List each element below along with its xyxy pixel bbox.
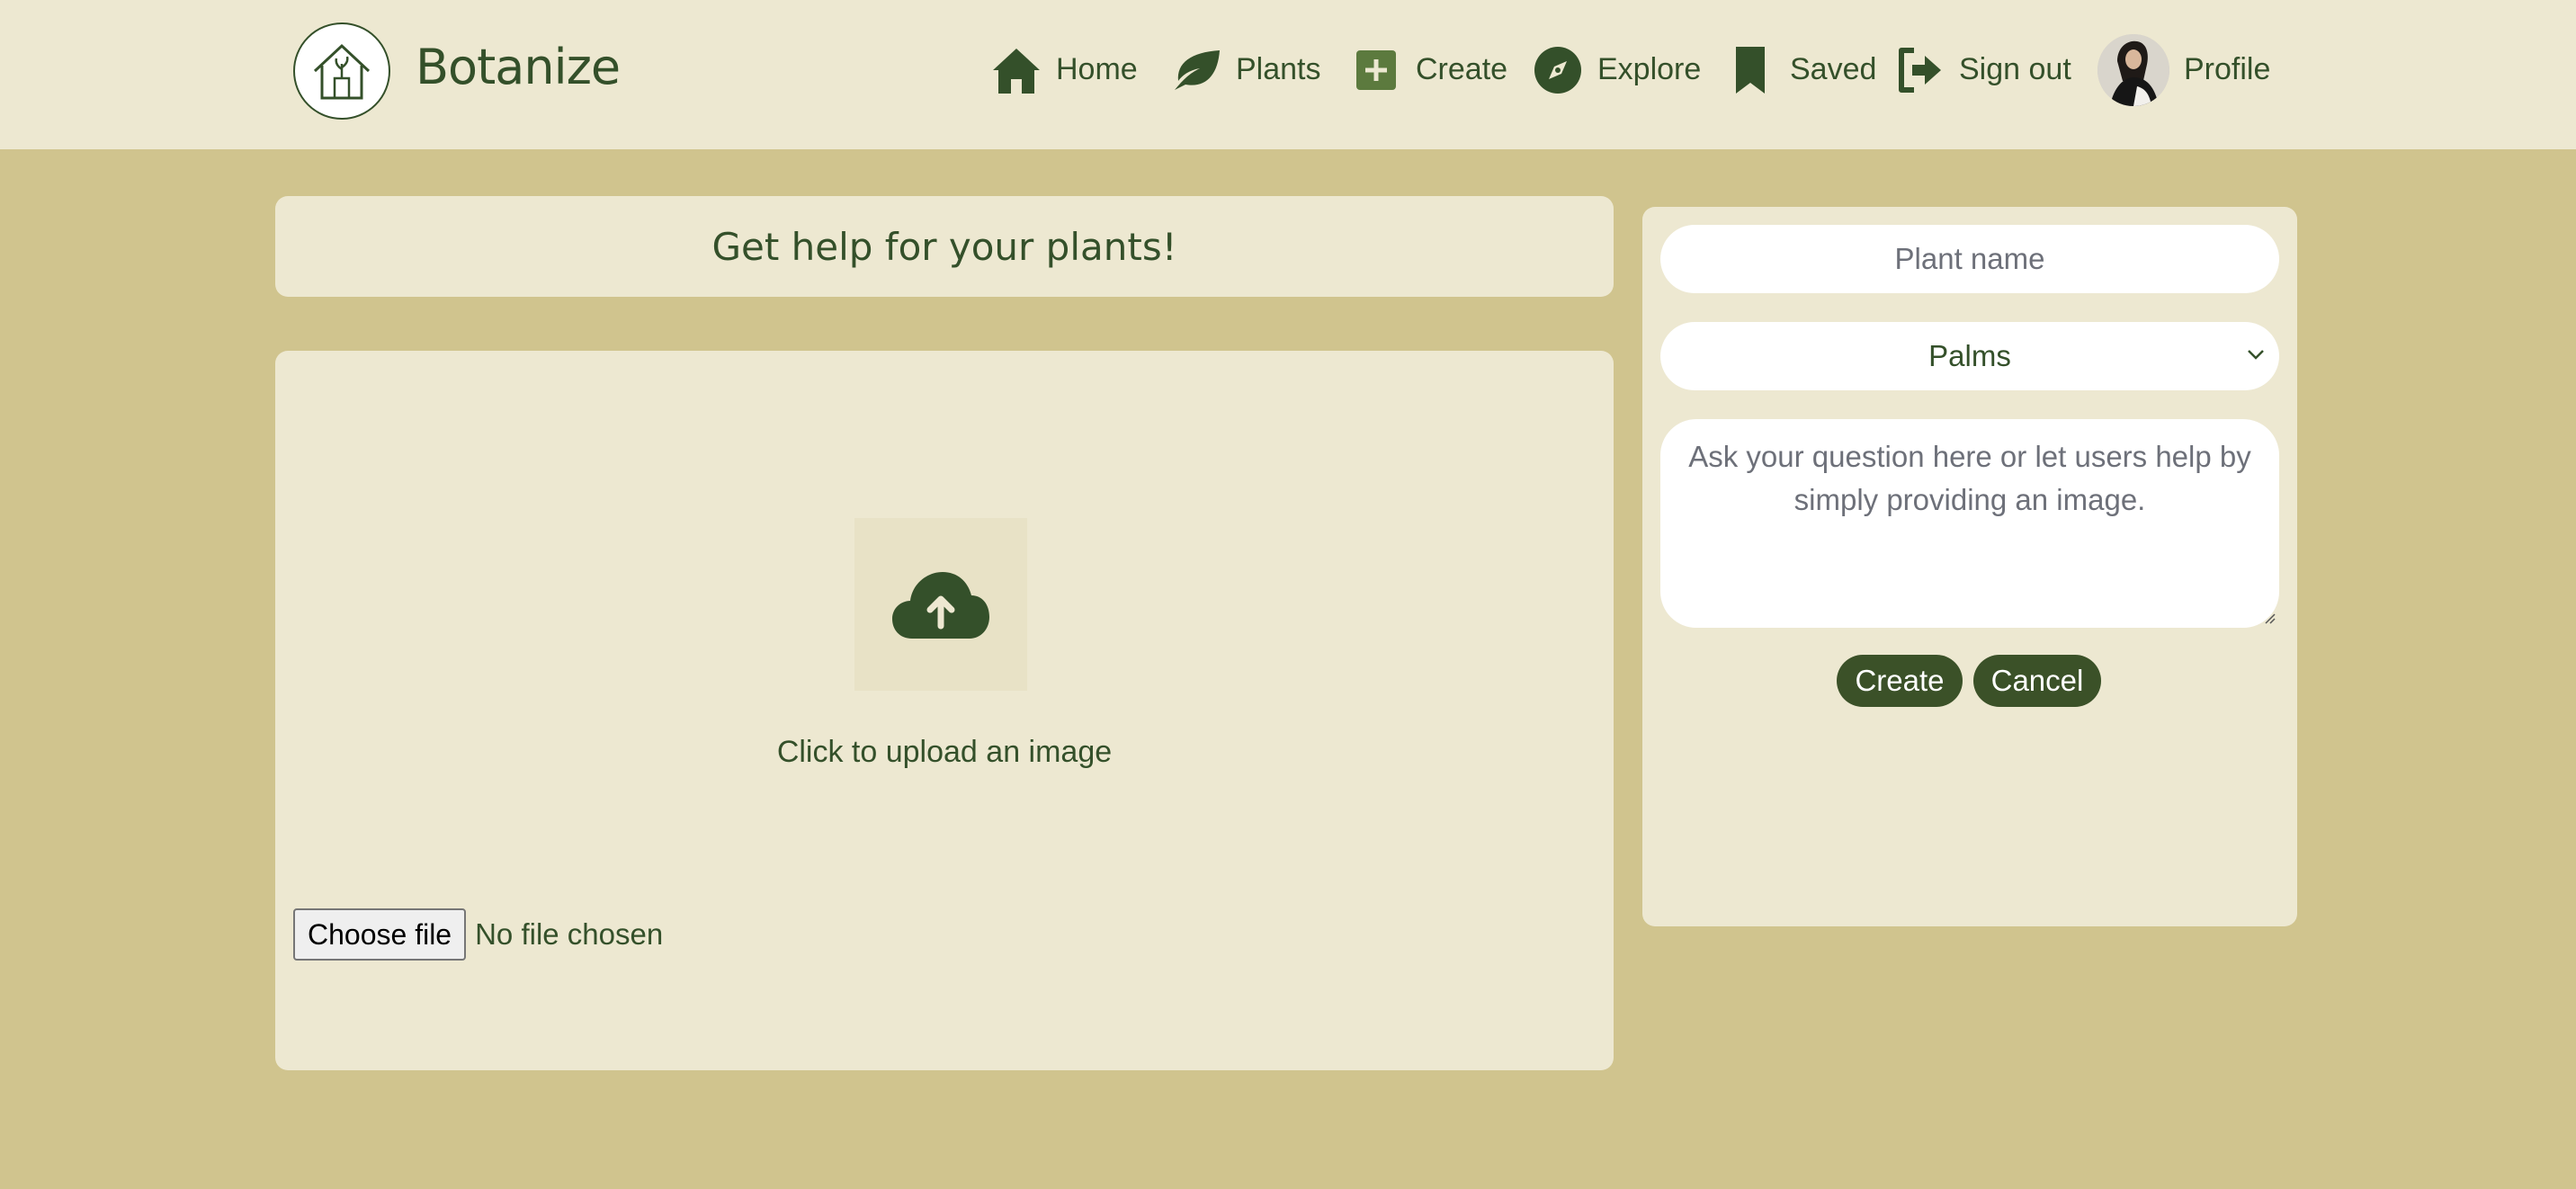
nav-plants[interactable]: Plants bbox=[1169, 36, 1321, 103]
nav-create-label: Create bbox=[1416, 52, 1508, 86]
create-button[interactable]: Create bbox=[1837, 655, 1963, 707]
cloud-upload-icon bbox=[892, 572, 989, 639]
question-placeholder: Ask your question here or let users help… bbox=[1688, 440, 2251, 516]
image-upload-panel: Click to upload an image Choose file No … bbox=[275, 351, 1614, 1070]
nav-home-label: Home bbox=[1056, 52, 1138, 86]
nav-saved-label: Saved bbox=[1790, 52, 1877, 86]
leaf-icon bbox=[1169, 43, 1223, 97]
file-status-text: No file chosen bbox=[475, 917, 664, 951]
chevron-down-icon bbox=[2248, 350, 2264, 360]
plant-category-select[interactable]: Palms bbox=[1660, 322, 2279, 390]
nav-plants-label: Plants bbox=[1236, 52, 1321, 86]
create-post-form: Plant name Palms Ask your question here … bbox=[1642, 207, 2297, 926]
cancel-button[interactable]: Cancel bbox=[1973, 655, 2101, 707]
nav-home[interactable]: Home bbox=[989, 36, 1138, 103]
plus-square-icon bbox=[1349, 43, 1403, 97]
page-title: Get help for your plants! bbox=[711, 224, 1177, 269]
file-input: Choose file No file chosen bbox=[293, 908, 663, 961]
upload-label: Click to upload an image bbox=[776, 735, 1113, 769]
question-textarea[interactable]: Ask your question here or let users help… bbox=[1660, 419, 2279, 628]
resize-handle-icon[interactable] bbox=[2261, 610, 2276, 624]
compass-icon bbox=[1531, 43, 1585, 97]
nav-profile-label: Profile bbox=[2184, 52, 2271, 86]
nav-sign-out[interactable]: Sign out bbox=[1892, 36, 2071, 103]
nav-profile[interactable]: Profile bbox=[2097, 33, 2271, 106]
home-icon bbox=[989, 43, 1043, 97]
bookmark-icon bbox=[1723, 43, 1777, 97]
plant-name-input[interactable]: Plant name bbox=[1660, 225, 2279, 293]
upload-image-dropzone[interactable] bbox=[854, 518, 1027, 691]
avatar bbox=[2097, 33, 2169, 106]
nav-menu: Home Plants Create Explore Saved Sign ou… bbox=[0, 33, 2576, 106]
nav-saved[interactable]: Saved bbox=[1723, 36, 1876, 103]
sign-out-icon bbox=[1892, 43, 1946, 97]
nav-create[interactable]: Create bbox=[1349, 36, 1507, 103]
top-navbar: Botanize Home Plants Create Explore Save… bbox=[0, 0, 2576, 149]
nav-explore[interactable]: Explore bbox=[1531, 36, 1701, 103]
plant-name-placeholder: Plant name bbox=[1894, 242, 2045, 275]
nav-sign-out-label: Sign out bbox=[1959, 52, 2071, 86]
page-title-card: Get help for your plants! bbox=[275, 196, 1614, 297]
plant-category-value: Palms bbox=[1928, 339, 2011, 372]
nav-explore-label: Explore bbox=[1597, 52, 1702, 86]
choose-file-button[interactable]: Choose file bbox=[293, 908, 467, 961]
